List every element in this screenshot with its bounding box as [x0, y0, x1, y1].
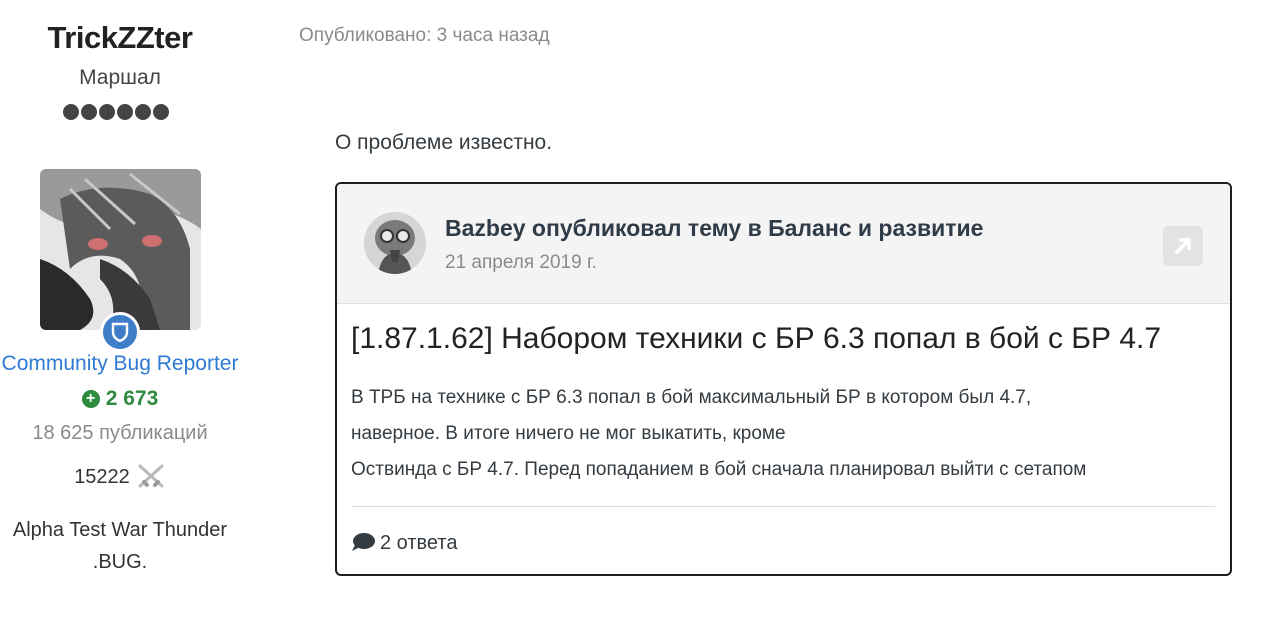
external-link-icon[interactable] [1163, 226, 1203, 266]
embed-author-line[interactable]: Bazbey опубликовал тему в Баланс и разви… [445, 215, 983, 242]
rank-pips [63, 104, 169, 120]
rank-pip [117, 104, 133, 120]
post-timestamp[interactable]: Опубликовано: 3 часа назад [299, 25, 550, 47]
plus-circle-icon: + [81, 390, 100, 408]
embed-date: 21 апреля 2019 г. [445, 252, 597, 273]
excerpt-line: Оствинда с БР 4.7. Перед попаданием в бо… [351, 459, 1087, 480]
embed-excerpt: В ТРБ на технике с БР 6.3 попал в бой ма… [351, 380, 1215, 488]
rank-pip [81, 104, 97, 120]
embed-topic-title[interactable]: [1.87.1.62] Набором техники с БР 6.3 поп… [351, 322, 1217, 356]
embed-header: Bazbey опубликовал тему в Баланс и разви… [337, 184, 1230, 304]
custom-title-line: Alpha Test War Thunder [12, 519, 228, 541]
embedded-topic-card[interactable]: Bazbey опубликовал тему в Баланс и разви… [335, 182, 1232, 576]
reputation-value: 2 673 [105, 387, 159, 410]
reputation-badge[interactable]: +2 673 [0, 387, 240, 411]
rank-pip [99, 104, 115, 120]
embed-author-avatar[interactable] [364, 212, 426, 274]
author-avatar[interactable] [40, 169, 201, 330]
author-panel: TrickZZter Маршал Community Bug Reporter… [0, 0, 240, 619]
custom-title-line: .BUG. [92, 551, 148, 573]
embed-divider [351, 506, 1215, 507]
excerpt-line: наверное. В итоге ничего не мог выкатить… [351, 423, 786, 444]
replies-count: 2 ответа [380, 532, 458, 554]
embed-replies[interactable]: 2 ответа [351, 532, 457, 555]
author-name[interactable]: TrickZZter [0, 20, 240, 56]
crossed-swords-icon [138, 464, 164, 488]
author-points: 15222 [0, 463, 240, 489]
author-custom-title: Alpha Test War Thunder .BUG. [0, 514, 260, 578]
author-group: Community Bug Reporter [1, 352, 239, 375]
shield-icon [100, 312, 140, 352]
comment-bubble-icon [352, 533, 375, 551]
post-text: О проблеме известно. [335, 131, 553, 154]
points-value: 15222 [74, 466, 130, 488]
author-rank: Маршал [79, 66, 161, 89]
rank-pip [63, 104, 79, 120]
rank-pip [135, 104, 151, 120]
excerpt-line: В ТРБ на технике с БР 6.3 попал в бой ма… [351, 387, 1032, 408]
rank-pip [153, 104, 169, 120]
author-post-count: 18 625 публикаций [32, 422, 208, 444]
